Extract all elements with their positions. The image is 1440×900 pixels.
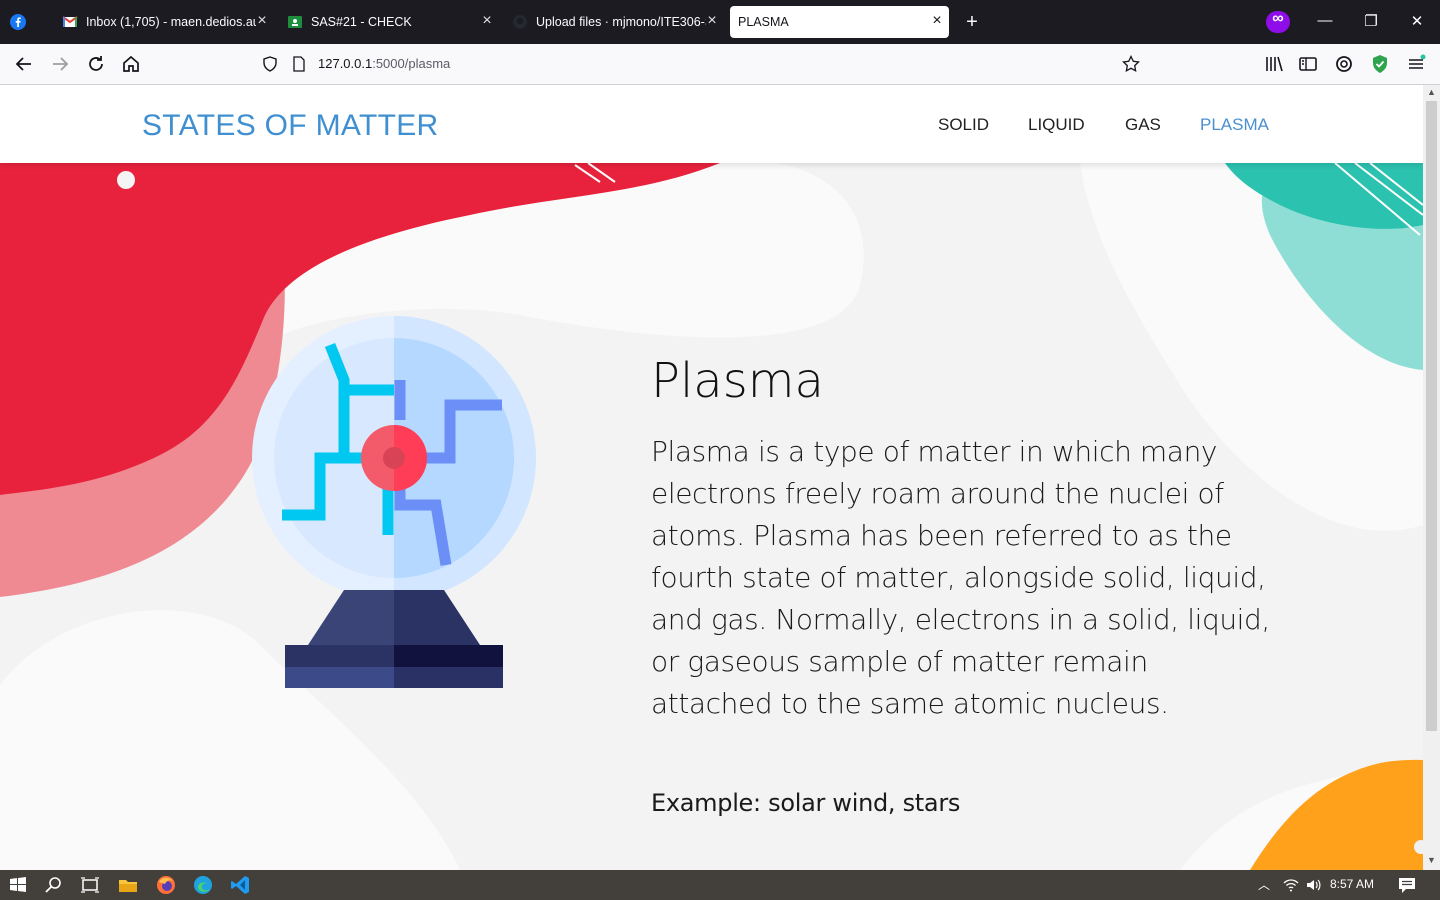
- windows-taskbar: ︿ 8:57 AM: [0, 870, 1440, 900]
- private-browsing-icon: [1266, 10, 1290, 33]
- nav-link-liquid[interactable]: LIQUID: [1028, 115, 1085, 135]
- tab-sas21[interactable]: SAS#21 - CHECK ×: [279, 6, 499, 38]
- firefox-icon[interactable]: [155, 874, 177, 896]
- menu-hamburger-icon[interactable]: [1404, 52, 1428, 76]
- tab-title: SAS#21 - CHECK: [311, 15, 412, 29]
- github-icon: [513, 15, 527, 29]
- taskbar-clock[interactable]: 8:57 AM: [1330, 877, 1374, 891]
- sidebar-icon[interactable]: [1296, 52, 1320, 76]
- url-path: :5000/plasma: [372, 56, 451, 71]
- back-arrow-icon[interactable]: [12, 52, 36, 76]
- page-info-icon[interactable]: [292, 56, 306, 72]
- notifications-icon[interactable]: [1398, 877, 1416, 894]
- close-tab-icon[interactable]: ×: [479, 13, 495, 30]
- close-tab-icon[interactable]: ×: [929, 13, 945, 30]
- show-hidden-icons-chevron-icon[interactable]: ︿: [1258, 876, 1270, 893]
- wifi-icon[interactable]: [1283, 878, 1299, 892]
- library-icon[interactable]: [1262, 52, 1286, 76]
- facebook-icon: [10, 14, 26, 30]
- nav-link-plasma[interactable]: PLASMA: [1200, 115, 1269, 135]
- tab-upload-files[interactable]: Upload files · mjmono/ITE306-S ×: [504, 6, 724, 38]
- restore-button[interactable]: ❐: [1361, 12, 1381, 30]
- plasma-description: Plasma is a type of matter in which many…: [651, 435, 1270, 720]
- site-brand-logo[interactable]: STATES OF MATTER: [142, 109, 438, 143]
- tab-facebook[interactable]: [10, 6, 40, 38]
- close-tab-icon[interactable]: ×: [704, 13, 720, 30]
- url-host: 127.0.0.1: [318, 56, 373, 71]
- plasma-ball-illustration: [252, 316, 536, 688]
- tab-plasma[interactable]: PLASMA ×: [730, 6, 949, 38]
- tab-title: Inbox (1,705) - maen.dedios.au: [86, 15, 256, 29]
- browser-navigation-bar: 127.0.0.1:5000/plasma: [0, 44, 1440, 85]
- bookmark-star-icon[interactable]: [1122, 55, 1140, 73]
- file-explorer-icon[interactable]: [117, 874, 139, 896]
- windows-start-icon[interactable]: [7, 874, 29, 896]
- account-icon[interactable]: [1332, 52, 1356, 76]
- nav-link-gas[interactable]: GAS: [1125, 115, 1161, 135]
- tab-title: PLASMA: [738, 15, 789, 29]
- volume-icon[interactable]: [1305, 878, 1321, 892]
- task-view-icon[interactable]: [79, 874, 101, 896]
- site-header: STATES OF MATTER SOLID LIQUID GAS PLASMA: [0, 85, 1423, 163]
- tab-title: Upload files · mjmono/ITE306-S: [536, 15, 706, 29]
- home-icon[interactable]: [119, 52, 143, 76]
- google-classroom-icon: [288, 16, 302, 28]
- browser-tab-strip: Inbox (1,705) - maen.dedios.au × SAS#21 …: [0, 0, 1440, 44]
- search-icon[interactable]: [43, 874, 65, 896]
- tracking-protection-shield-icon[interactable]: [262, 56, 278, 72]
- edge-icon[interactable]: [192, 874, 214, 896]
- page-viewport: STATES OF MATTER SOLID LIQUID GAS PLASMA…: [0, 85, 1423, 870]
- forward-arrow-icon[interactable]: [48, 52, 72, 76]
- page-title: Plasma: [651, 353, 824, 409]
- plasma-example: Example: solar wind, stars: [651, 789, 961, 817]
- scroll-up-arrow-icon[interactable]: ▲: [1426, 87, 1437, 97]
- close-tab-icon[interactable]: ×: [254, 13, 270, 30]
- new-tab-button[interactable]: +: [962, 12, 982, 32]
- nav-link-solid[interactable]: SOLID: [938, 115, 989, 135]
- vscode-icon[interactable]: [229, 874, 251, 896]
- scroll-down-arrow-icon[interactable]: ▼: [1426, 855, 1437, 865]
- reload-icon[interactable]: [84, 52, 108, 76]
- minimize-button[interactable]: —: [1315, 12, 1335, 29]
- address-bar[interactable]: 127.0.0.1:5000/plasma: [258, 49, 1148, 79]
- tab-inbox[interactable]: Inbox (1,705) - maen.dedios.au ×: [54, 6, 274, 38]
- close-window-button[interactable]: ✕: [1407, 12, 1427, 30]
- url-text[interactable]: 127.0.0.1:5000/plasma: [318, 56, 450, 71]
- scrollbar-thumb[interactable]: [1426, 101, 1437, 731]
- gmail-icon: [62, 16, 78, 27]
- adblock-shield-icon[interactable]: [1368, 52, 1392, 76]
- page-scrollbar[interactable]: ▲ ▼: [1423, 85, 1440, 870]
